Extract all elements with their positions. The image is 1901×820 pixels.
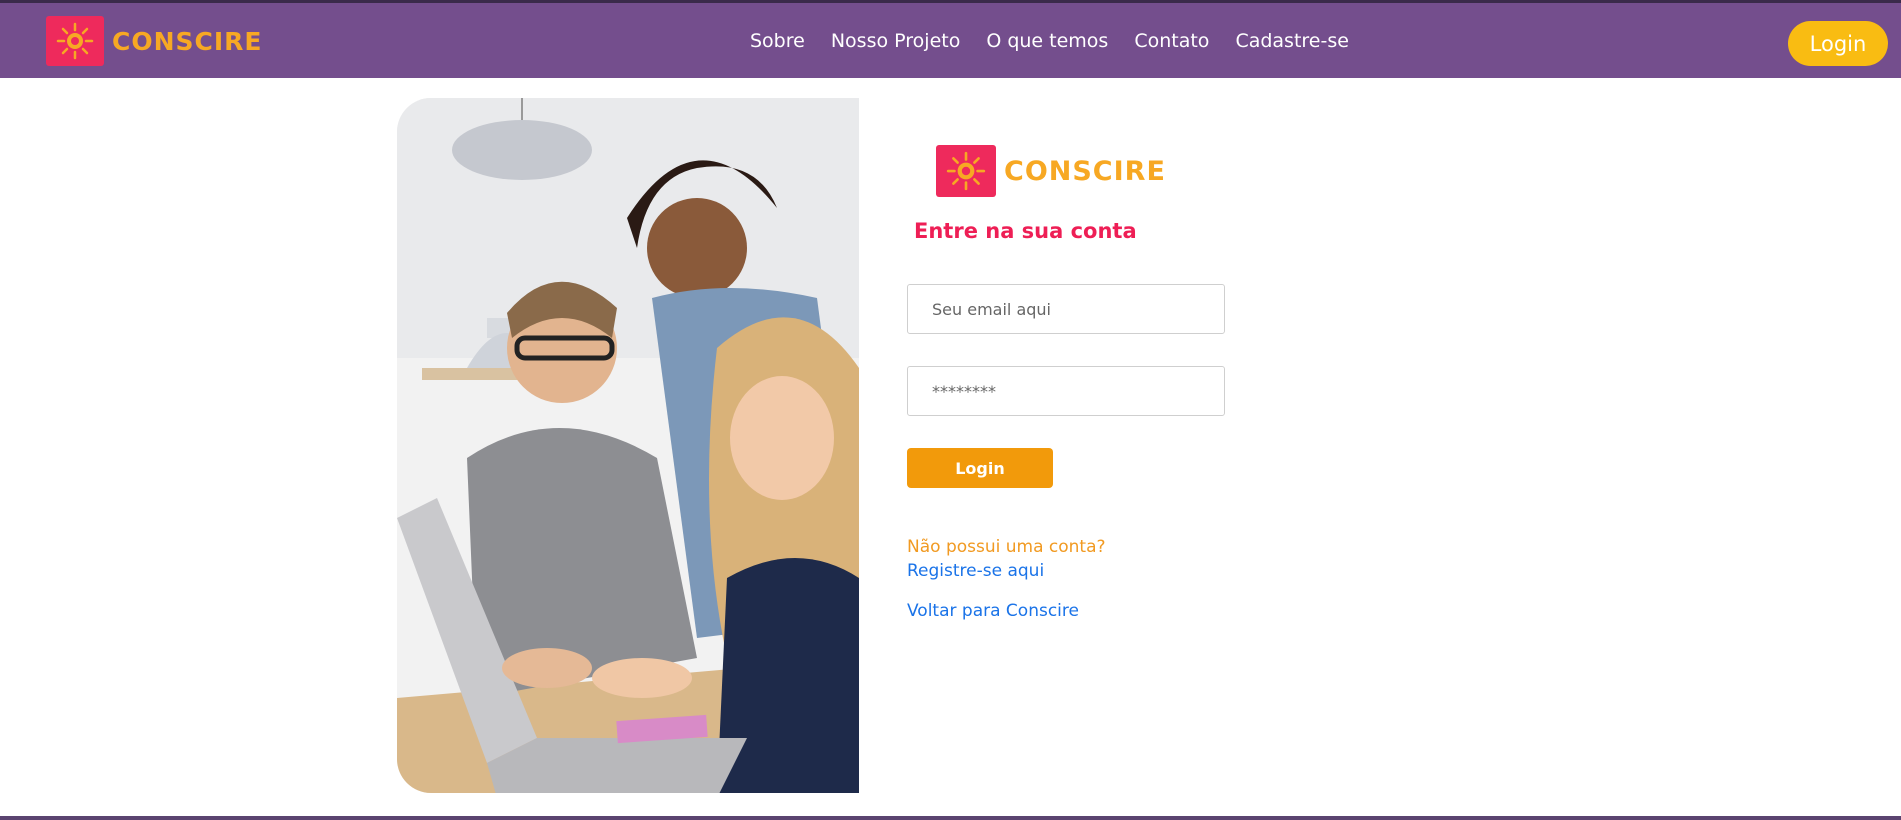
sun-logo-icon [46, 16, 104, 66]
form-brand-logo: CONSCIRE [936, 145, 1166, 197]
register-link[interactable]: Registre-se aqui [907, 561, 1044, 581]
password-input[interactable] [907, 366, 1225, 416]
nav-link-cadastre-se[interactable]: Cadastre-se [1235, 30, 1349, 52]
form-brand-name: CONSCIRE [1004, 155, 1166, 187]
nav-link-nosso-projeto[interactable]: Nosso Projeto [831, 30, 960, 52]
nav-link-contato[interactable]: Contato [1134, 30, 1209, 52]
nav-menu: Sobre Nosso Projeto O que temos Contato … [750, 30, 1375, 52]
brand-name: CONSCIRE [112, 26, 263, 56]
nav-link-o-que-temos[interactable]: O que temos [986, 30, 1108, 52]
footer-divider [0, 816, 1901, 820]
no-account-text: Não possui uma conta? [907, 537, 1106, 557]
navbar: CONSCIRE Sobre Nosso Projeto O que temos… [0, 0, 1901, 78]
nav-link-sobre[interactable]: Sobre [750, 30, 805, 52]
login-heading: Entre na sua conta [914, 219, 1137, 243]
hero-photo [397, 98, 859, 793]
brand-logo[interactable]: CONSCIRE [46, 16, 263, 66]
back-to-home-link[interactable]: Voltar para Conscire [907, 601, 1079, 621]
email-input[interactable] [907, 284, 1225, 334]
nav-login-button[interactable]: Login [1788, 21, 1888, 66]
login-submit-button[interactable]: Login [907, 448, 1053, 488]
sun-logo-icon [936, 145, 996, 197]
